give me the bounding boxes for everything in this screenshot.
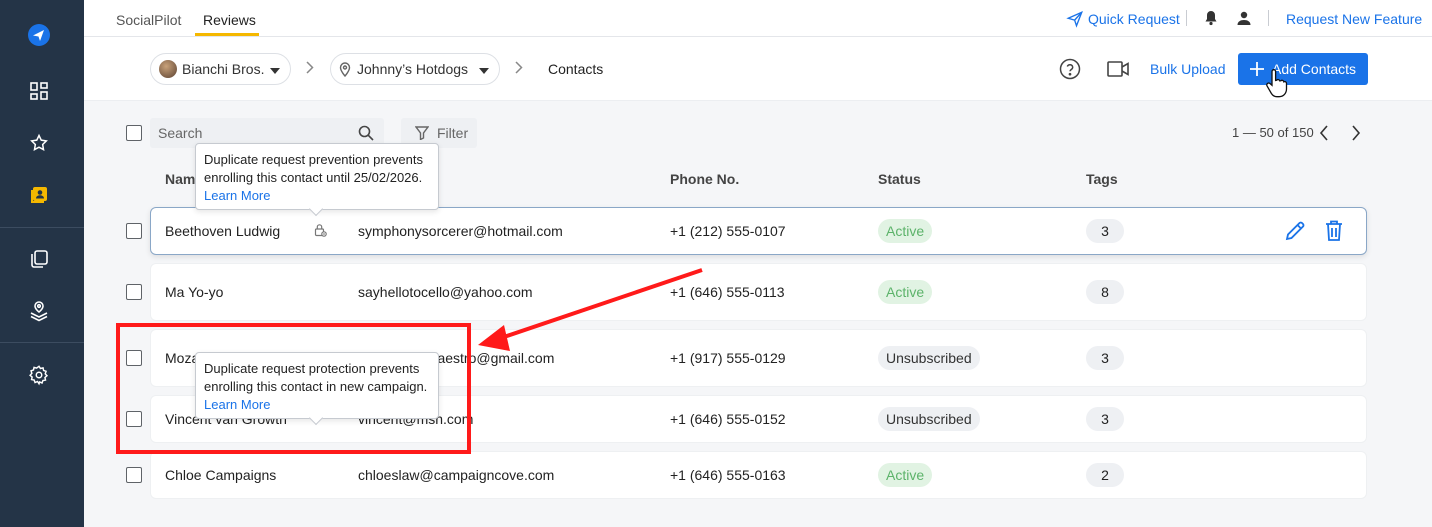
row-checkbox[interactable] [126, 284, 142, 300]
tab-reviews[interactable]: Reviews [203, 12, 256, 28]
request-new-feature-link[interactable]: Request New Feature [1286, 11, 1422, 27]
tags-count[interactable]: 3 [1086, 346, 1124, 370]
quick-request-button[interactable]: Quick Request [1066, 10, 1180, 28]
sidebar [0, 0, 84, 527]
gear-icon[interactable] [24, 360, 54, 390]
column-header-status[interactable]: Status [878, 171, 921, 187]
active-tab-indicator [195, 33, 259, 36]
dashboard-icon[interactable] [24, 76, 54, 106]
hand-cursor-icon [1264, 69, 1288, 102]
contact-phone: +1 (212) 555-0107 [670, 223, 786, 239]
top-bar: SocialPilot Reviews Quick Request Reques… [84, 0, 1432, 37]
map-pin-icon [339, 61, 351, 77]
contact-phone: +1 (646) 555-0152 [670, 411, 786, 427]
avatar [159, 60, 177, 78]
annotation-highlight-box [116, 323, 471, 454]
chevron-left-icon[interactable] [1319, 125, 1329, 144]
video-icon[interactable] [1107, 60, 1129, 81]
contact-email: chloeslaw@campaigncove.com [358, 467, 555, 483]
user-icon[interactable] [1236, 10, 1252, 29]
bell-icon[interactable] [1204, 10, 1218, 29]
select-all-checkbox[interactable] [126, 125, 142, 141]
tab-socialpilot[interactable]: SocialPilot [116, 12, 181, 28]
tags-count[interactable]: 2 [1086, 463, 1124, 487]
status-badge: Unsubscribed [878, 407, 980, 431]
star-icon[interactable] [24, 128, 54, 158]
breadcrumb-current: Contacts [548, 61, 604, 77]
column-header-tags[interactable]: Tags [1086, 171, 1118, 187]
tags-count[interactable]: 8 [1086, 280, 1124, 304]
search-icon [358, 125, 374, 144]
caret-down-icon [270, 61, 280, 77]
breadcrumb: Bianchi Bros. Johnny’s Hotdogs Contacts … [84, 37, 1432, 101]
row-checkbox[interactable] [126, 467, 142, 483]
filter-icon [414, 126, 430, 143]
status-badge: Active [878, 280, 933, 304]
contact-email: symphonysorcerer@hotmail.com [358, 223, 563, 239]
help-icon[interactable] [1059, 58, 1081, 83]
send-icon [1066, 10, 1083, 28]
chevron-right-icon [306, 61, 314, 77]
paper-plane-icon[interactable] [24, 20, 54, 50]
annotation-arrow [478, 268, 703, 351]
chevron-right-icon[interactable] [1351, 125, 1361, 144]
lock-icon [314, 223, 327, 240]
location-layers-icon[interactable] [24, 296, 54, 326]
trash-icon[interactable] [1325, 220, 1343, 245]
edit-icon[interactable] [1284, 220, 1306, 245]
contacts-icon[interactable] [24, 180, 54, 210]
add-contacts-button[interactable]: Add Contacts [1238, 53, 1368, 85]
contact-name: Beethoven Ludwig [165, 223, 281, 239]
plus-icon [1250, 62, 1264, 76]
table-row[interactable]: Beethoven Ludwig symphonysorcerer@hotmai… [150, 207, 1367, 255]
account-selector[interactable]: Bianchi Bros. [150, 53, 291, 85]
duplicate-prevention-tooltip: Duplicate request prevention prevents en… [195, 143, 439, 217]
pagination-label: 1 — 50 of 150 [1232, 125, 1314, 140]
location-selector[interactable]: Johnny’s Hotdogs [330, 53, 500, 85]
tags-count[interactable]: 3 [1086, 219, 1124, 243]
bulk-upload-button[interactable]: Bulk Upload [1150, 61, 1226, 77]
tags-count[interactable]: 3 [1086, 407, 1124, 431]
contact-phone: +1 (646) 555-0163 [670, 467, 786, 483]
status-badge: Active [878, 219, 933, 243]
status-badge: Active [878, 463, 933, 487]
table-row[interactable]: Chloe Campaigns chloeslaw@campaigncove.c… [150, 451, 1367, 499]
learn-more-link[interactable]: Learn More [204, 188, 270, 203]
table-row[interactable]: Ma Yo-yo sayhellotocello@yahoo.com +1 (6… [150, 263, 1367, 321]
status-badge: Unsubscribed [878, 346, 980, 370]
column-header-phone[interactable]: Phone No. [670, 171, 739, 187]
row-checkbox[interactable] [126, 223, 142, 239]
caret-down-icon [479, 61, 489, 77]
copy-icon[interactable] [24, 244, 54, 274]
contact-name: Chloe Campaigns [165, 467, 277, 483]
contact-name: Ma Yo-yo [165, 284, 224, 300]
chevron-right-icon [515, 61, 523, 77]
